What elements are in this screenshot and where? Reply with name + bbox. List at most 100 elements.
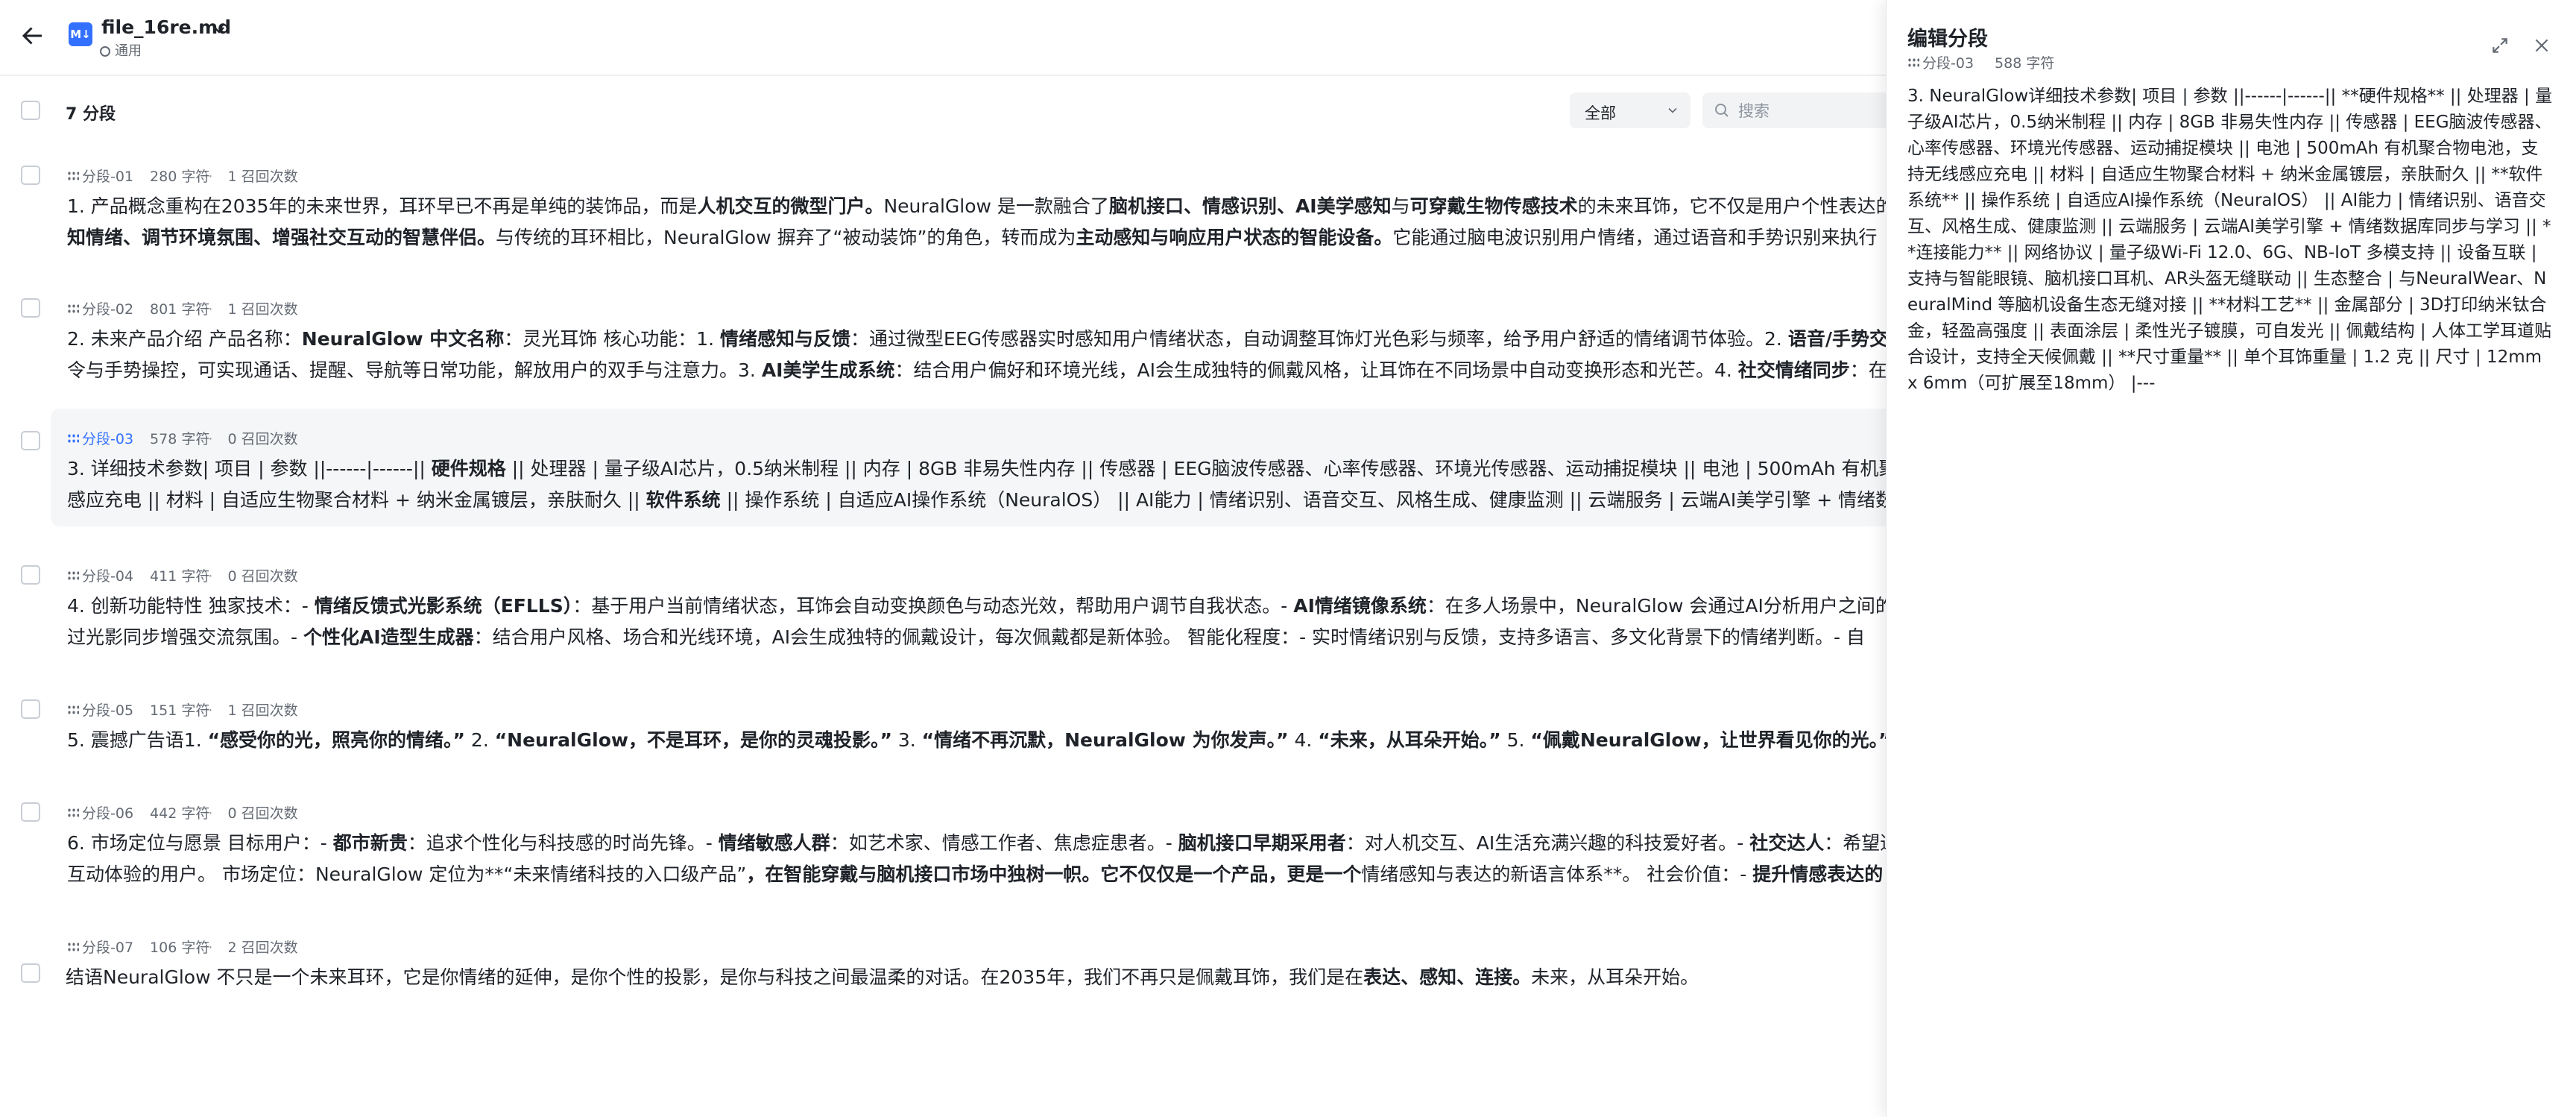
segment-char-count: 280 字符 — [150, 169, 210, 185]
segment-item[interactable]: 分段-07 106 字符 · 2 召回次数 结语NeuralGlow 不只是一个未… — [0, 925, 1886, 992]
segment-text-line: 过光影同步增强交流氛围。- 个性化AI造型生成器：结合用户风格、场合和光线环境，… — [67, 626, 1866, 648]
segment-text-line: 5. 震撼广告语1. “感受你的光，照亮你的情绪。” 2. “NeuralGlo… — [67, 729, 1886, 751]
segment-item[interactable]: 分段-02 801 字符 · 1 召回次数 2. 未来产品介绍 产品名称：Neur… — [0, 286, 1886, 383]
segment-char-count: 578 字符 — [150, 431, 210, 447]
segment-checkbox[interactable] — [21, 699, 40, 719]
file-tag: 通用 — [100, 40, 142, 60]
segment-text: 6. 市场定位与愿景 目标用户：- 都市新贵：追求个性化与科技感的时尚先锋。- … — [67, 828, 1886, 890]
segment-char-count: 411 字符 — [150, 568, 210, 585]
segment-meta: 分段-04 411 字符 · 0 召回次数 — [67, 565, 298, 585]
panel-segment-meta: 分段-03 588 字符 — [1907, 52, 2054, 72]
segment-item[interactable]: 分段-01 280 字符 · 1 召回次数 1. 产品概念重构在2035年的未来世… — [0, 154, 1886, 251]
search-icon — [1715, 104, 1729, 117]
segment-label: 分段-03 — [82, 431, 134, 447]
meta-separator: · — [203, 940, 218, 956]
segment-text-line: 知情绪、调节环境氛围、增强社交互动的智慧伴侣。与传统的耳环相比，NeuralGl… — [67, 227, 1878, 248]
segment-label: 分段-06 — [82, 805, 134, 822]
segment-text: 1. 产品概念重构在2035年的未来世界，耳环早已不再是单纯的装饰品，而是人机交… — [67, 191, 1886, 254]
segment-text-line: 结语NeuralGlow 不只是一个未来耳环，它是你情绪的延伸，是你个性的投影，… — [66, 966, 1699, 988]
meta-separator: · — [203, 702, 218, 719]
meta-separator: · — [203, 169, 218, 185]
segment-text-line: 3. 详细技术参数| 项目 | 参数 ||------|------|| 硬件规… — [67, 458, 1886, 479]
meta-separator: · — [203, 568, 218, 585]
segment-label: 分段-01 — [82, 169, 134, 185]
panel-title: 编辑分段 — [1907, 28, 1988, 51]
segment-label: 分段-04 — [82, 568, 134, 585]
top-bar: M↓ file_16re.md 通用 — [0, 0, 1886, 76]
segment-meta: 分段-01 280 字符 · 1 召回次数 — [67, 166, 298, 186]
segment-text: 4. 创新功能特性 独家技术：- 情绪反馈式光影系统（EFLLS）：基于用户当前… — [67, 591, 1886, 653]
segment-text: 结语NeuralGlow 不只是一个未来耳环，它是你情绪的延伸，是你个性的投影，… — [66, 962, 1886, 993]
segment-text-line: 2. 未来产品介绍 产品名称：NeuralGlow 中文名称：灵光耳饰 核心功能… — [67, 328, 1886, 350]
segment-label: 分段-02 — [82, 301, 134, 318]
segment-text-line: 6. 市场定位与愿景 目标用户：- 都市新贵：追求个性化与科技感的时尚先锋。- … — [67, 832, 1886, 854]
drag-handle-icon[interactable] — [67, 303, 79, 314]
segment-content-editor[interactable]: 3. NeuralGlow详细技术参数| 项目 | 参数 ||------|--… — [1907, 84, 2553, 397]
segment-char-count: 442 字符 — [150, 805, 210, 822]
filter-select-value: 全部 — [1585, 104, 1616, 122]
segment-text: 5. 震撼广告语1. “感受你的光，照亮你的情绪。” 2. “NeuralGlo… — [67, 725, 1886, 756]
drag-handle-icon[interactable] — [67, 942, 79, 952]
segment-meta: 分段-02 801 字符 · 1 召回次数 — [67, 298, 298, 318]
segment-text: 2. 未来产品介绍 产品名称：NeuralGlow 中文名称：灵光耳饰 核心功能… — [67, 324, 1886, 386]
segment-text-line: 4. 创新功能特性 独家技术：- 情绪反馈式光影系统（EFLLS）：基于用户当前… — [67, 595, 1886, 617]
segment-checkbox[interactable] — [21, 298, 40, 318]
segment-char-count: 106 字符 — [150, 940, 210, 956]
filter-select[interactable]: 全部 — [1570, 92, 1690, 128]
drag-handle-icon — [1907, 57, 1919, 68]
segment-item[interactable]: 分段-05 151 字符 · 1 召回次数 5. 震撼广告语1. “感受你的光，照… — [0, 687, 1886, 755]
search-box[interactable] — [1702, 92, 1896, 128]
segment-meta: 分段-03 578 字符 · 0 召回次数 — [67, 428, 298, 448]
drag-handle-icon[interactable] — [67, 433, 79, 444]
segment-recall-count: 1 召回次数 — [227, 702, 298, 719]
select-all-checkbox[interactable] — [21, 101, 40, 120]
tag-icon — [100, 46, 110, 57]
segment-checkbox[interactable] — [21, 565, 40, 585]
panel-segment-chars: 588 字符 — [1995, 55, 2055, 72]
segment-text: 3. 详细技术参数| 项目 | 参数 ||------|------|| 硬件规… — [67, 453, 1886, 516]
segment-checkbox[interactable] — [21, 963, 40, 983]
edit-segment-panel: 编辑分段 分段-03 588 字符 3. NeuralGlow详细技术参数| 项目… — [1886, 0, 2576, 1117]
drag-handle-icon[interactable] — [67, 705, 79, 715]
segment-count: 7 分段 — [66, 105, 116, 124]
segment-item[interactable]: 分段-04 411 字符 · 0 召回次数 4. 创新功能特性 独家技术：- 情绪… — [0, 553, 1886, 650]
segment-text-line: 感应充电 || 材料 | 自适应生物聚合材料 + 纳米金属镀层，亲肤耐久 || … — [67, 489, 1886, 511]
segment-item[interactable]: 分段-06 442 字符 · 0 召回次数 6. 市场定位与愿景 目标用户：- 都… — [0, 790, 1886, 887]
segment-meta: 分段-07 106 字符 · 2 召回次数 — [67, 937, 298, 957]
segment-checkbox[interactable] — [21, 166, 40, 185]
search-input[interactable] — [1737, 100, 1889, 122]
segment-label: 分段-05 — [82, 702, 134, 719]
segment-checkbox[interactable] — [21, 431, 40, 450]
drag-handle-icon[interactable] — [67, 570, 79, 581]
close-icon[interactable] — [2532, 36, 2551, 55]
segment-meta: 分段-06 442 字符 · 0 召回次数 — [67, 802, 298, 822]
segment-text-line: 令与手势操控，可实现通话、提醒、导航等日常功能，解放用户的双手与注意力。3. A… — [67, 359, 1886, 381]
segment-checkbox[interactable] — [21, 802, 40, 822]
meta-separator: · — [203, 805, 218, 822]
segment-recall-count: 1 召回次数 — [227, 169, 298, 185]
segment-recall-count: 0 召回次数 — [227, 431, 298, 447]
segment-recall-count: 2 召回次数 — [227, 940, 298, 956]
segment-text-line: 1. 产品概念重构在2035年的未来世界，耳环早已不再是单纯的装饰品，而是人机交… — [67, 195, 1886, 217]
meta-separator: · — [203, 431, 218, 447]
segment-char-count: 151 字符 — [150, 702, 210, 719]
segment-recall-count: 1 召回次数 — [227, 301, 298, 318]
drag-handle-icon[interactable] — [67, 171, 79, 181]
segment-list: 分段-01 280 字符 · 1 召回次数 1. 产品概念重构在2035年的未来世… — [0, 146, 1886, 1117]
segment-char-count: 801 字符 — [150, 301, 210, 318]
segment-recall-count: 0 召回次数 — [227, 568, 298, 585]
segment-label: 分段-07 — [82, 940, 134, 956]
meta-separator: · — [203, 301, 218, 318]
drag-handle-icon[interactable] — [67, 808, 79, 818]
segment-item-active[interactable]: 分段-03 578 字符 · 0 召回次数 3. 详细技术参数| 项目 | 参数 … — [21, 409, 1886, 526]
markdown-file-icon: M↓ — [69, 22, 92, 46]
segment-recall-count: 0 召回次数 — [227, 805, 298, 822]
file-tag-label: 通用 — [115, 43, 142, 59]
segment-meta: 分段-05 151 字符 · 1 召回次数 — [67, 699, 298, 720]
expand-icon[interactable] — [2490, 36, 2510, 55]
panel-segment-label: 分段-03 — [1922, 55, 1974, 72]
chevron-down-icon — [1668, 107, 1677, 113]
chevron-down-icon[interactable] — [210, 21, 228, 39]
segment-text-line: 互动体验的用户。 市场定位：NeuralGlow 定位为**“未来情绪科技的入口… — [67, 863, 1884, 885]
back-arrow-icon[interactable] — [19, 21, 46, 51]
